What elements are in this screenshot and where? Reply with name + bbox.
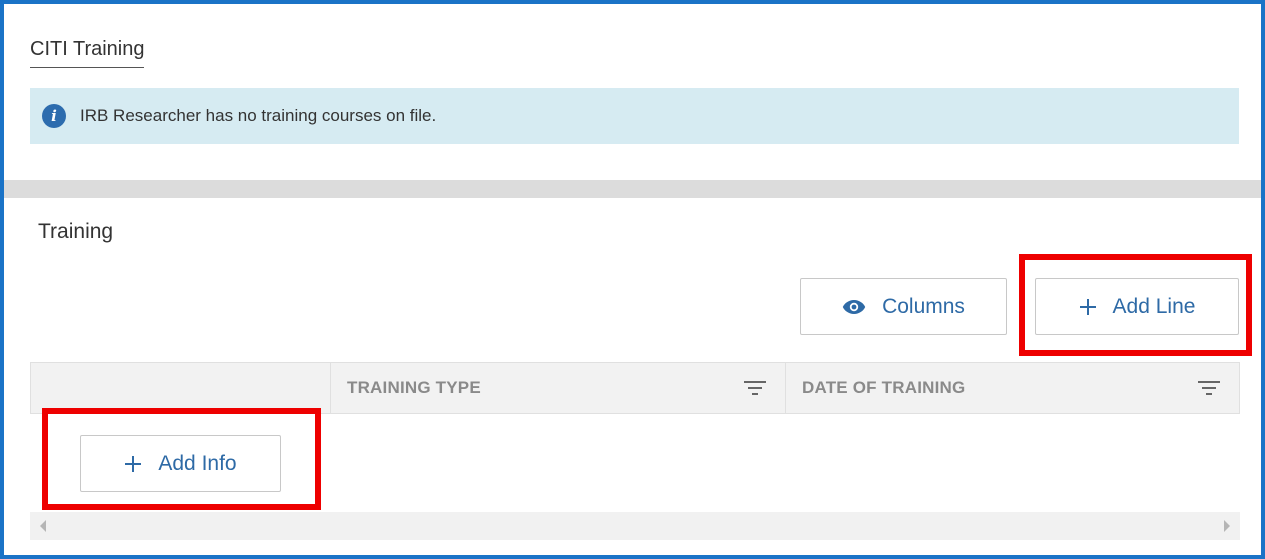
highlight-box-add-line [1019, 254, 1252, 356]
info-message: IRB Researcher has no training courses o… [80, 106, 437, 125]
column-header-label: DATE OF TRAINING [802, 378, 966, 397]
columns-button[interactable]: Columns [800, 278, 1007, 335]
filter-icon[interactable] [743, 379, 767, 397]
horizontal-scrollbar[interactable] [30, 512, 1240, 540]
filter-icon[interactable] [1197, 379, 1221, 397]
info-icon: i [42, 104, 66, 128]
section-divider [4, 180, 1261, 198]
table-header-blank-cell [31, 363, 331, 413]
scroll-left-arrow-icon[interactable] [40, 520, 46, 532]
column-header-label: TRAINING TYPE [347, 378, 481, 397]
column-header-date-of-training[interactable]: DATE OF TRAINING [786, 363, 1239, 413]
info-banner: i IRB Researcher has no training courses… [30, 88, 1239, 144]
citi-training-heading: CITI Training [30, 38, 145, 68]
eye-icon [842, 299, 866, 315]
columns-button-label: Columns [882, 294, 965, 318]
training-table-header: TRAINING TYPE DATE OF TRAINING [30, 362, 1240, 414]
training-heading: Training [38, 220, 114, 243]
scroll-right-arrow-icon[interactable] [1224, 520, 1230, 532]
column-header-training-type[interactable]: TRAINING TYPE [331, 363, 786, 413]
highlight-box-add-info [42, 408, 321, 510]
